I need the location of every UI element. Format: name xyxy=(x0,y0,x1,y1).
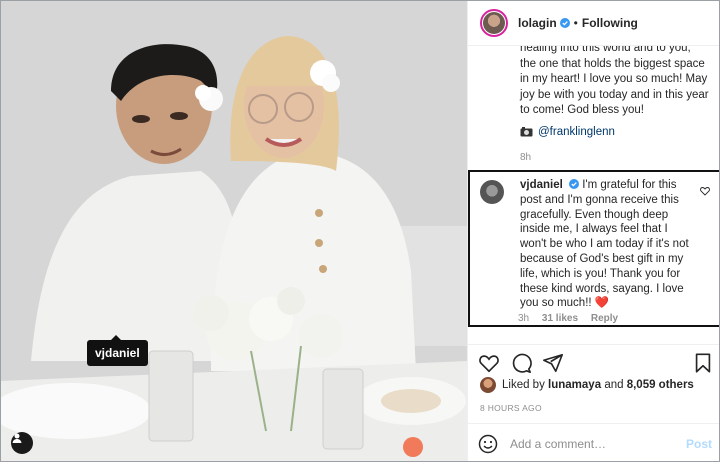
caption-text: healing into this world and to you, the … xyxy=(520,46,715,119)
comment-likes-count[interactable]: 31 likes xyxy=(542,313,578,324)
photo-illustration xyxy=(1,1,467,461)
commenter-username[interactable]: vjdaniel xyxy=(520,179,563,191)
camera-emoji-icon xyxy=(520,127,533,137)
post-comment-button[interactable]: Post xyxy=(686,437,712,451)
post-photo[interactable]: vjdaniel xyxy=(1,1,467,461)
comment-meta: 3h 31 likes Reply xyxy=(518,313,628,324)
likes-prefix: Liked by xyxy=(502,379,545,391)
header-separator: • xyxy=(573,16,578,30)
commenter-avatar[interactable] xyxy=(480,180,504,204)
comment-bubble-icon[interactable] xyxy=(510,352,532,374)
caption-line: healing into this world and to you, xyxy=(520,46,691,54)
following-button[interactable]: Following xyxy=(582,16,638,30)
emoji-smiley-icon[interactable] xyxy=(478,434,498,454)
heart-emoji: ❤️ xyxy=(594,297,610,310)
add-comment-input[interactable] xyxy=(510,436,680,451)
like-heart-icon[interactable] xyxy=(478,352,500,374)
post-header: lolagin • Following xyxy=(468,1,719,46)
reply-button[interactable]: Reply xyxy=(591,313,618,324)
user-icon xyxy=(12,433,22,443)
user-tag-bubble[interactable]: vjdaniel xyxy=(87,335,148,366)
comment-body: I'm grateful for this post and I'm gonna… xyxy=(520,179,689,310)
liker-username[interactable]: lunamaya xyxy=(548,379,601,391)
instagram-post-window: vjdaniel lolagin • Following healing int… xyxy=(0,0,720,462)
likes-connector: and xyxy=(604,379,624,391)
caption-line: joy be with you today and in this year xyxy=(520,88,709,101)
comment-text: vjdaniel I'm grateful for this post and … xyxy=(520,178,690,311)
caption-mention-row: @franklinglenn xyxy=(520,126,615,138)
post-side-panel: lolagin • Following healing into this wo… xyxy=(467,1,719,461)
verified-badge-icon xyxy=(559,18,570,28)
highlighted-comment: vjdaniel I'm grateful for this post and … xyxy=(468,170,719,327)
share-send-icon[interactable] xyxy=(542,352,564,374)
caption-line: in my heart! I love you so much! May xyxy=(520,73,708,85)
add-comment-bar: Post xyxy=(468,423,719,461)
tagged-users-button[interactable] xyxy=(11,432,33,454)
post-timestamp[interactable]: 8 HOURS AGO xyxy=(480,403,542,413)
author-avatar[interactable] xyxy=(480,9,508,37)
likes-others-count[interactable]: 8,059 others xyxy=(627,379,694,391)
caption-line: the one that holds the biggest space xyxy=(520,57,705,70)
caption-line: to come! God bless you! xyxy=(520,104,645,116)
action-bar xyxy=(468,344,719,376)
caption-timestamp: 8h xyxy=(520,152,532,163)
liker-avatar[interactable] xyxy=(480,377,496,393)
author-username[interactable]: lolagin xyxy=(518,16,557,30)
like-comment-heart-icon[interactable] xyxy=(700,186,710,196)
comment-timestamp: 3h xyxy=(518,313,530,324)
verified-badge-icon xyxy=(569,179,580,189)
save-bookmark-icon[interactable] xyxy=(692,352,714,374)
likes-summary: Liked by lunamaya and 8,059 others xyxy=(480,377,694,393)
comments-scroll-area[interactable]: healing into this world and to you, the … xyxy=(468,46,719,341)
mention-link[interactable]: @franklinglenn xyxy=(538,126,615,138)
